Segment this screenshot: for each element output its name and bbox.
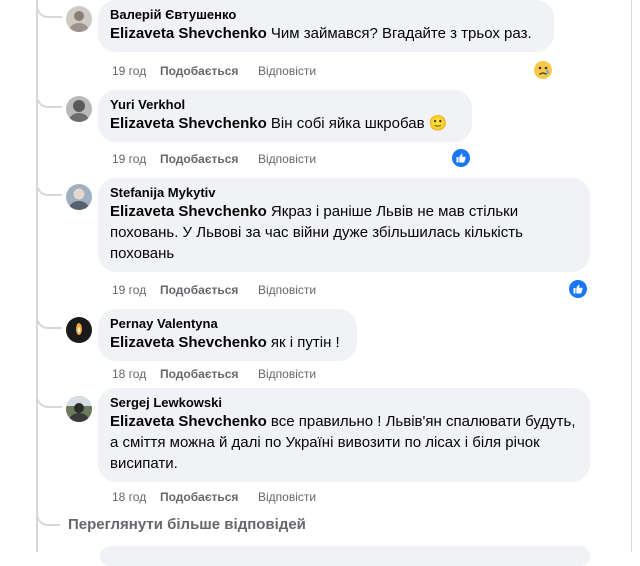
comment-bubble: Stefanija Mykytiv Elizaveta Shevchenko Я… [98,178,590,272]
comment-time[interactable]: 19 год [112,63,160,79]
view-more-replies-link[interactable]: Переглянути більше відповідей [68,516,306,533]
mention[interactable]: Elizaveta Shevchenko [110,413,267,430]
avatar[interactable] [66,96,92,122]
comment-time[interactable]: 19 год [112,151,160,167]
avatar[interactable] [66,317,92,343]
comment-text: Elizaveta Shevchenko Він собі яйка шкроб… [110,115,448,132]
comment-actions: 19 год Подобається Відповісти [112,151,316,167]
reply-button[interactable]: Відповісти [258,489,316,505]
reply-connector [36,94,62,108]
like-reaction-icon[interactable] [451,148,471,168]
comment-bubble: Валерій Євтушенко Elizaveta Shevchenko Ч… [98,0,554,52]
comment-actions: 18 год Подобається Відповісти [112,489,316,505]
reply-connector [36,182,62,196]
reply-connector [36,315,62,329]
comment-actions: 19 год Подобається Відповісти [112,63,316,79]
mention[interactable]: Elizaveta Shevchenko [110,334,267,351]
like-button[interactable]: Подобається [160,151,258,167]
reply-button[interactable]: Відповісти [258,63,316,79]
reply-button[interactable]: Відповісти [258,282,316,298]
comment-bubble: Pernay Valentyna Elizaveta Shevchenko як… [98,309,357,361]
mention[interactable]: Elizaveta Shevchenko [110,25,267,42]
comment-time[interactable]: 18 год [112,489,160,505]
like-button[interactable]: Подобається [160,366,258,382]
comment-text: Elizaveta Shevchenko Чим займався? Вгада… [110,25,532,42]
like-reaction-icon[interactable] [568,279,588,299]
mention[interactable]: Elizaveta Shevchenko [110,115,267,132]
avatar[interactable] [66,396,92,422]
reply-connector [36,394,62,408]
avatar[interactable] [66,184,92,210]
comment-author[interactable]: Sergej Lewkowski [110,395,578,411]
reply-button[interactable]: Відповісти [258,366,316,382]
comment-input-edge[interactable] [100,546,590,566]
like-button[interactable]: Подобається [160,63,258,79]
comment-actions: 19 год Подобається Відповісти [112,282,316,298]
thread-line [36,0,38,552]
smile-emoji-icon: 🙂 [428,115,448,132]
comment-time[interactable]: 18 год [112,366,160,382]
reply-connector [36,4,62,18]
comment-bubble: Yuri Verkhol Elizaveta Shevchenko Він со… [98,90,472,142]
like-button[interactable]: Подобається [160,282,258,298]
comment-author[interactable]: Stefanija Mykytiv [110,185,578,201]
comment-author[interactable]: Yuri Verkhol [110,97,460,113]
comment-text: Elizaveta Shevchenko Якраз і раніше Льві… [110,203,523,262]
comment-author[interactable]: Pernay Valentyna [110,316,345,332]
comment-bubble: Sergej Lewkowski Elizaveta Shevchenko вс… [98,388,590,482]
reply-connector [36,512,60,526]
sad-emoji-icon[interactable] [533,60,553,80]
page-right-border [631,0,632,552]
comment-text: Elizaveta Shevchenko як і путін ! [110,334,340,351]
comment-actions: 18 год Подобається Відповісти [112,366,316,382]
like-button[interactable]: Подобається [160,489,258,505]
comment-time[interactable]: 19 год [112,282,160,298]
comment-author[interactable]: Валерій Євтушенко [110,7,542,23]
comment-text: Elizaveta Shevchenko все правильно ! Льв… [110,413,576,472]
avatar[interactable] [66,6,92,32]
mention[interactable]: Elizaveta Shevchenko [110,203,267,220]
reply-button[interactable]: Відповісти [258,151,316,167]
